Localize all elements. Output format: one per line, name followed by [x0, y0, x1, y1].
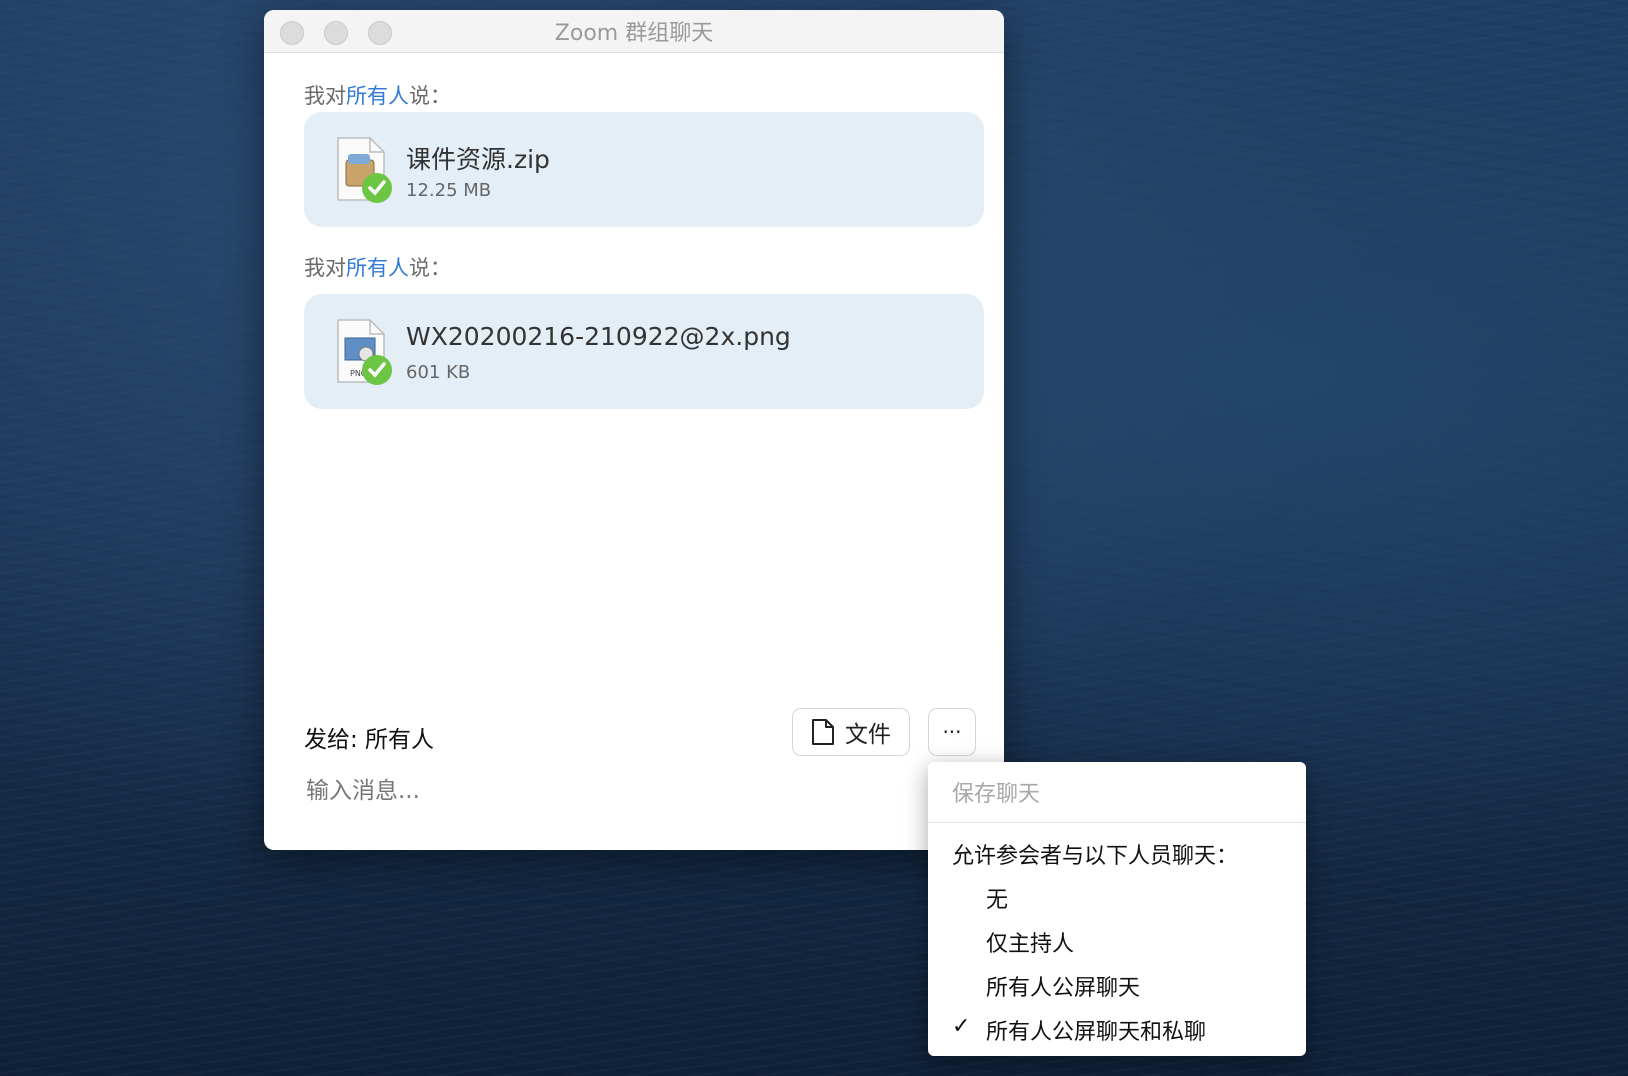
file-name[interactable]: WX20200216-210922@2x.png — [406, 322, 791, 351]
menu-separator — [928, 822, 1306, 823]
send-to-selector[interactable]: 发给: 所有人 — [304, 720, 434, 754]
title-bar: Zoom 群组聊天 — [264, 10, 1004, 53]
message-input[interactable] — [304, 770, 868, 812]
file-message-bubble[interactable]: 课件资源.zip 12.25 MB — [304, 112, 984, 227]
checkmark-icon: ✓ — [952, 1014, 971, 1039]
file-icon — [812, 719, 834, 745]
file-button-label: 文件 — [845, 722, 891, 748]
menu-option-none[interactable]: 无 — [986, 882, 1008, 914]
png-image-icon: PNG — [337, 319, 392, 385]
file-size: 12.25 MB — [406, 180, 492, 201]
message-prefix: 我对 — [304, 256, 346, 280]
message-suffix: 说： — [409, 84, 451, 108]
message-header: 我对所有人说： — [304, 80, 451, 110]
menu-option-everyone-public-and-private[interactable]: 所有人公屏聊天和私聊 — [986, 1014, 1206, 1046]
message-header: 我对所有人说： — [304, 252, 451, 282]
window-controls — [280, 21, 392, 45]
message-suffix: 说： — [409, 256, 451, 280]
file-button[interactable]: 文件 — [792, 708, 910, 756]
message-target[interactable]: 所有人 — [346, 256, 409, 280]
message-prefix: 我对 — [304, 84, 346, 108]
allow-chat-section-label: 允许参会者与以下人员聊天： — [952, 844, 1239, 869]
zoom-group-chat-window: Zoom 群组聊天 我对所有人说： 课件资源.zip 12.25 MB 我对所有… — [264, 10, 1004, 850]
file-message-bubble[interactable]: PNG WX20200216-210922@2x.png 601 KB — [304, 294, 984, 409]
chat-options-menu: 保存聊天 允许参会者与以下人员聊天： 无 仅主持人 所有人公屏聊天 ✓ 所有人公… — [928, 762, 1306, 1056]
minimize-window-button[interactable] — [324, 21, 348, 45]
file-name[interactable]: 课件资源.zip — [406, 140, 550, 176]
menu-option-host-only[interactable]: 仅主持人 — [986, 926, 1074, 958]
window-title: Zoom 群组聊天 — [554, 21, 714, 46]
ellipsis-icon: ··· — [942, 720, 962, 744]
close-window-button[interactable] — [280, 21, 304, 45]
file-size: 601 KB — [406, 362, 471, 383]
zip-archive-icon — [337, 137, 392, 203]
zoom-window-button[interactable] — [368, 21, 392, 45]
message-target[interactable]: 所有人 — [346, 84, 409, 108]
menu-option-everyone-public[interactable]: 所有人公屏聊天 — [986, 970, 1140, 1002]
more-options-button[interactable]: ··· — [928, 708, 976, 756]
save-chat-menu-item: 保存聊天 — [952, 782, 1041, 807]
